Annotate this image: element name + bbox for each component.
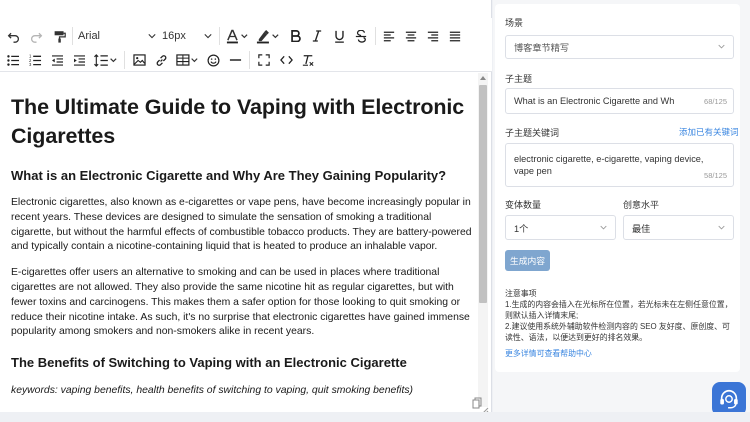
align-center-icon[interactable]: [403, 25, 419, 47]
bullet-list-icon[interactable]: [4, 49, 22, 71]
emoji-icon[interactable]: [204, 49, 222, 71]
scroll-up-icon[interactable]: [480, 76, 486, 80]
editor-content[interactable]: The Ultimate Guide to Vaping with Electr…: [0, 73, 478, 412]
toolbar-separator: [375, 27, 376, 45]
line-height-icon[interactable]: [92, 49, 120, 71]
align-right-icon[interactable]: [425, 25, 441, 47]
keywords-char-count: 58/125: [704, 171, 727, 180]
section-heading: What is an Electronic Cigarette and Why …: [11, 168, 447, 183]
scene-value: 博客章节精写: [514, 43, 570, 53]
bold-icon[interactable]: [286, 25, 304, 47]
editor-toolbar: Arial 16px 1 2 3: [0, 18, 492, 72]
image-icon[interactable]: [130, 49, 148, 71]
source-code-icon[interactable]: [277, 49, 295, 71]
notes-section: 注意事项 1.生成的内容会插入在光标所在位置，若光标未在左侧任意位置，则默认插入…: [505, 288, 737, 359]
align-justify-icon[interactable]: [447, 25, 463, 47]
toolbar-separator: [249, 51, 250, 69]
clear-format-icon[interactable]: [299, 49, 317, 71]
creativity-value: 最佳: [632, 223, 651, 234]
notes-line: 1.生成的内容会插入在光标所在位置，若光标未在左侧任意位置，则默认插入详情末尾;: [505, 300, 733, 320]
keywords-textarea[interactable]: electronic cigarette, e-cigarette, vapin…: [505, 143, 734, 187]
app-window: Arial 16px 1 2 3 The Ultimate Guide to V…: [0, 0, 750, 422]
editor-scrollbar[interactable]: [478, 73, 488, 407]
highlight-color-icon[interactable]: [254, 25, 282, 47]
help-center-link[interactable]: 更多详情可查看帮助中心: [505, 348, 737, 359]
indent-icon[interactable]: [70, 49, 88, 71]
variants-label: 变体数量: [505, 200, 542, 210]
notes-title: 注意事项: [505, 289, 537, 298]
subtopic-input[interactable]: What is an Electronic Cigarette and Why …: [505, 88, 734, 114]
redo-icon[interactable]: [27, 25, 45, 47]
fullscreen-icon[interactable]: [255, 49, 273, 71]
format-painter-icon[interactable]: [50, 25, 68, 47]
creativity-select[interactable]: 最佳: [623, 215, 734, 240]
toolbar-separator: [124, 51, 125, 69]
text-color-icon[interactable]: [224, 25, 250, 47]
paragraph: Electronic cigarettes, also known as e-c…: [11, 197, 472, 253]
rich-text-editor: Arial 16px 1 2 3 The Ultimate Guide to V…: [0, 0, 492, 415]
document-title: The Ultimate Guide to Vaping with Electr…: [11, 95, 465, 148]
link-icon[interactable]: [152, 49, 170, 71]
table-icon[interactable]: [174, 49, 200, 71]
font-size-select[interactable]: 16px: [162, 25, 212, 47]
section-heading: The Benefits of Switching to Vaping with…: [11, 355, 407, 371]
chevron-down-icon: [718, 44, 725, 49]
toolbar-separator: [72, 27, 73, 45]
horizontal-rule-icon[interactable]: [226, 49, 244, 71]
scene-select[interactable]: 博客章节精写: [505, 35, 734, 59]
generate-content-button[interactable]: 生成内容: [505, 250, 550, 271]
headset-icon: [720, 389, 738, 409]
notes-line: 2.建议使用系统外辅助软件检测内容的 SEO 友好度、原创度、可读性、语法，以便…: [505, 322, 730, 342]
strikethrough-icon[interactable]: [352, 25, 370, 47]
subtopic-label: 子主题: [505, 74, 533, 84]
chevron-down-icon: [718, 225, 725, 230]
creativity-label: 创意水平: [623, 200, 660, 210]
toolbar-row-1: Arial 16px: [0, 23, 492, 49]
font-family-value: Arial: [78, 30, 101, 42]
italic-icon[interactable]: [308, 25, 326, 47]
keywords-line: keywords: vaping benefits, health benefi…: [11, 385, 413, 397]
add-keywords-link[interactable]: 添加已有关键词: [679, 126, 739, 138]
variants-value: 1个: [514, 223, 529, 234]
keywords-value: electronic cigarette, e-cigarette, vapin…: [514, 154, 704, 176]
scene-label: 场景: [505, 18, 524, 28]
underline-icon[interactable]: [330, 25, 348, 47]
resize-handle-icon[interactable]: [481, 402, 489, 415]
font-family-select[interactable]: Arial: [78, 25, 156, 47]
ai-settings-panel: 场景 博客章节精写 子主题 What is an Electronic Ciga…: [493, 0, 750, 412]
toolbar-row-2: 123: [0, 47, 492, 73]
outdent-icon[interactable]: [48, 49, 66, 71]
scrollbar-thumb[interactable]: [479, 85, 487, 303]
paragraph: E-cigarettes offer users an alternative …: [11, 267, 470, 338]
font-size-value: 16px: [162, 30, 186, 42]
svg-text:3: 3: [29, 62, 32, 66]
bottom-strip: [0, 412, 750, 422]
keywords-label: 子主题关键词: [505, 128, 560, 138]
undo-icon[interactable]: [4, 25, 22, 47]
subtopic-char-count: 68/125: [704, 96, 727, 106]
settings-card: 场景 博客章节精写 子主题 What is an Electronic Ciga…: [495, 4, 740, 372]
chevron-down-icon: [148, 34, 156, 39]
subtopic-value: What is an Electronic Cigarette and Why …: [514, 96, 674, 106]
chevron-down-icon: [204, 34, 212, 39]
toolbar-separator: [219, 27, 220, 45]
numbered-list-icon[interactable]: 123: [26, 49, 44, 71]
chevron-down-icon: [600, 225, 607, 230]
customer-service-button[interactable]: [712, 382, 746, 416]
align-left-icon[interactable]: [381, 25, 397, 47]
variants-select[interactable]: 1个: [505, 215, 616, 240]
